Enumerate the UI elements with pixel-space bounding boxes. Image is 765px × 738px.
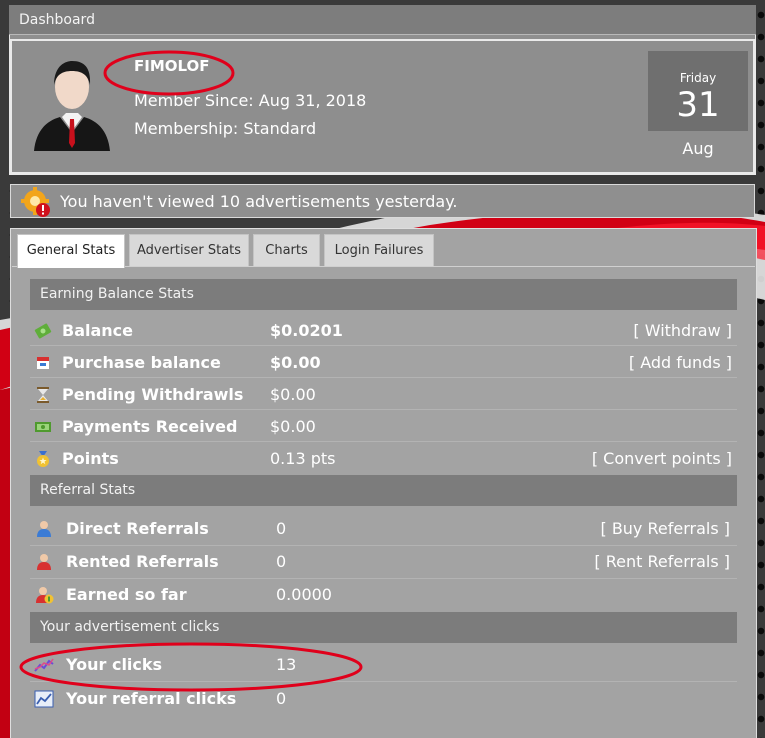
avatar bbox=[34, 61, 110, 151]
date-weekday: Friday bbox=[679, 71, 717, 85]
balance-value: $0.0201 bbox=[270, 321, 343, 340]
medal-icon bbox=[37, 451, 49, 467]
row-divider bbox=[30, 409, 737, 410]
user-icon bbox=[37, 521, 51, 537]
earned-so-far-value: 0.0000 bbox=[276, 585, 332, 604]
notice-bar: You haven't viewed 10 advertisements yes… bbox=[10, 184, 755, 218]
user-icon bbox=[37, 554, 51, 570]
hourglass-icon bbox=[37, 387, 49, 403]
purchase-balance-value: $0.00 bbox=[270, 353, 321, 372]
rent-referrals-link[interactable]: [ Rent Referrals ] bbox=[594, 552, 730, 571]
date-box: Friday 31 bbox=[648, 51, 748, 131]
profile-card: FIMOLOF Member Since: Aug 31, 2018 Membe… bbox=[10, 39, 755, 174]
membership-level: Membership: Standard bbox=[134, 119, 317, 138]
row-divider bbox=[30, 578, 737, 579]
points-label: Points bbox=[62, 449, 119, 468]
direct-referrals-label: Direct Referrals bbox=[66, 519, 209, 538]
points-value: 0.13 pts bbox=[270, 449, 336, 468]
cash-icon bbox=[35, 422, 51, 432]
highlight-circle bbox=[103, 50, 235, 96]
payments-received-label: Payments Received bbox=[62, 417, 238, 436]
row-divider bbox=[30, 345, 737, 346]
user-money-icon bbox=[36, 587, 54, 604]
cart-icon bbox=[37, 357, 49, 369]
add-funds-link[interactable]: [ Add funds ] bbox=[629, 353, 732, 372]
direct-referrals-value: 0 bbox=[276, 519, 287, 538]
convert-points-link[interactable]: [ Convert points ] bbox=[592, 449, 732, 468]
row-divider bbox=[30, 377, 737, 378]
buy-referrals-link[interactable]: [ Buy Referrals ] bbox=[600, 519, 730, 538]
withdraw-link[interactable]: [ Withdraw ] bbox=[633, 321, 732, 340]
section-referral-heading: Referral Stats bbox=[30, 475, 737, 506]
purchase-balance-label: Purchase balance bbox=[62, 353, 221, 372]
row-divider bbox=[30, 441, 737, 442]
tab-advertiser-stats[interactable]: Advertiser Stats bbox=[129, 234, 249, 266]
money-icon bbox=[34, 323, 52, 339]
tab-general-stats[interactable]: General Stats bbox=[17, 234, 125, 268]
section-earning-heading: Earning Balance Stats bbox=[30, 279, 737, 310]
pending-withdrawls-value: $0.00 bbox=[270, 385, 316, 404]
highlight-circle bbox=[19, 642, 363, 692]
tab-charts[interactable]: Charts bbox=[253, 234, 320, 266]
tab-login-failures[interactable]: Login Failures bbox=[324, 234, 434, 266]
section-clicks-heading: Your advertisement clicks bbox=[30, 612, 737, 643]
balance-label: Balance bbox=[62, 321, 133, 340]
page-title: Dashboard bbox=[9, 5, 756, 35]
row-divider bbox=[30, 545, 737, 546]
date-month: Aug bbox=[682, 139, 714, 158]
date-day-number: 31 bbox=[676, 85, 720, 125]
gear-warning-icon bbox=[21, 187, 50, 217]
notice-text: You haven't viewed 10 advertisements yes… bbox=[60, 192, 458, 211]
pending-withdrawls-label: Pending Withdrawls bbox=[62, 385, 244, 404]
rented-referrals-value: 0 bbox=[276, 552, 287, 571]
earned-so-far-label: Earned so far bbox=[66, 585, 187, 604]
rented-referrals-label: Rented Referrals bbox=[66, 552, 219, 571]
payments-received-value: $0.00 bbox=[270, 417, 316, 436]
